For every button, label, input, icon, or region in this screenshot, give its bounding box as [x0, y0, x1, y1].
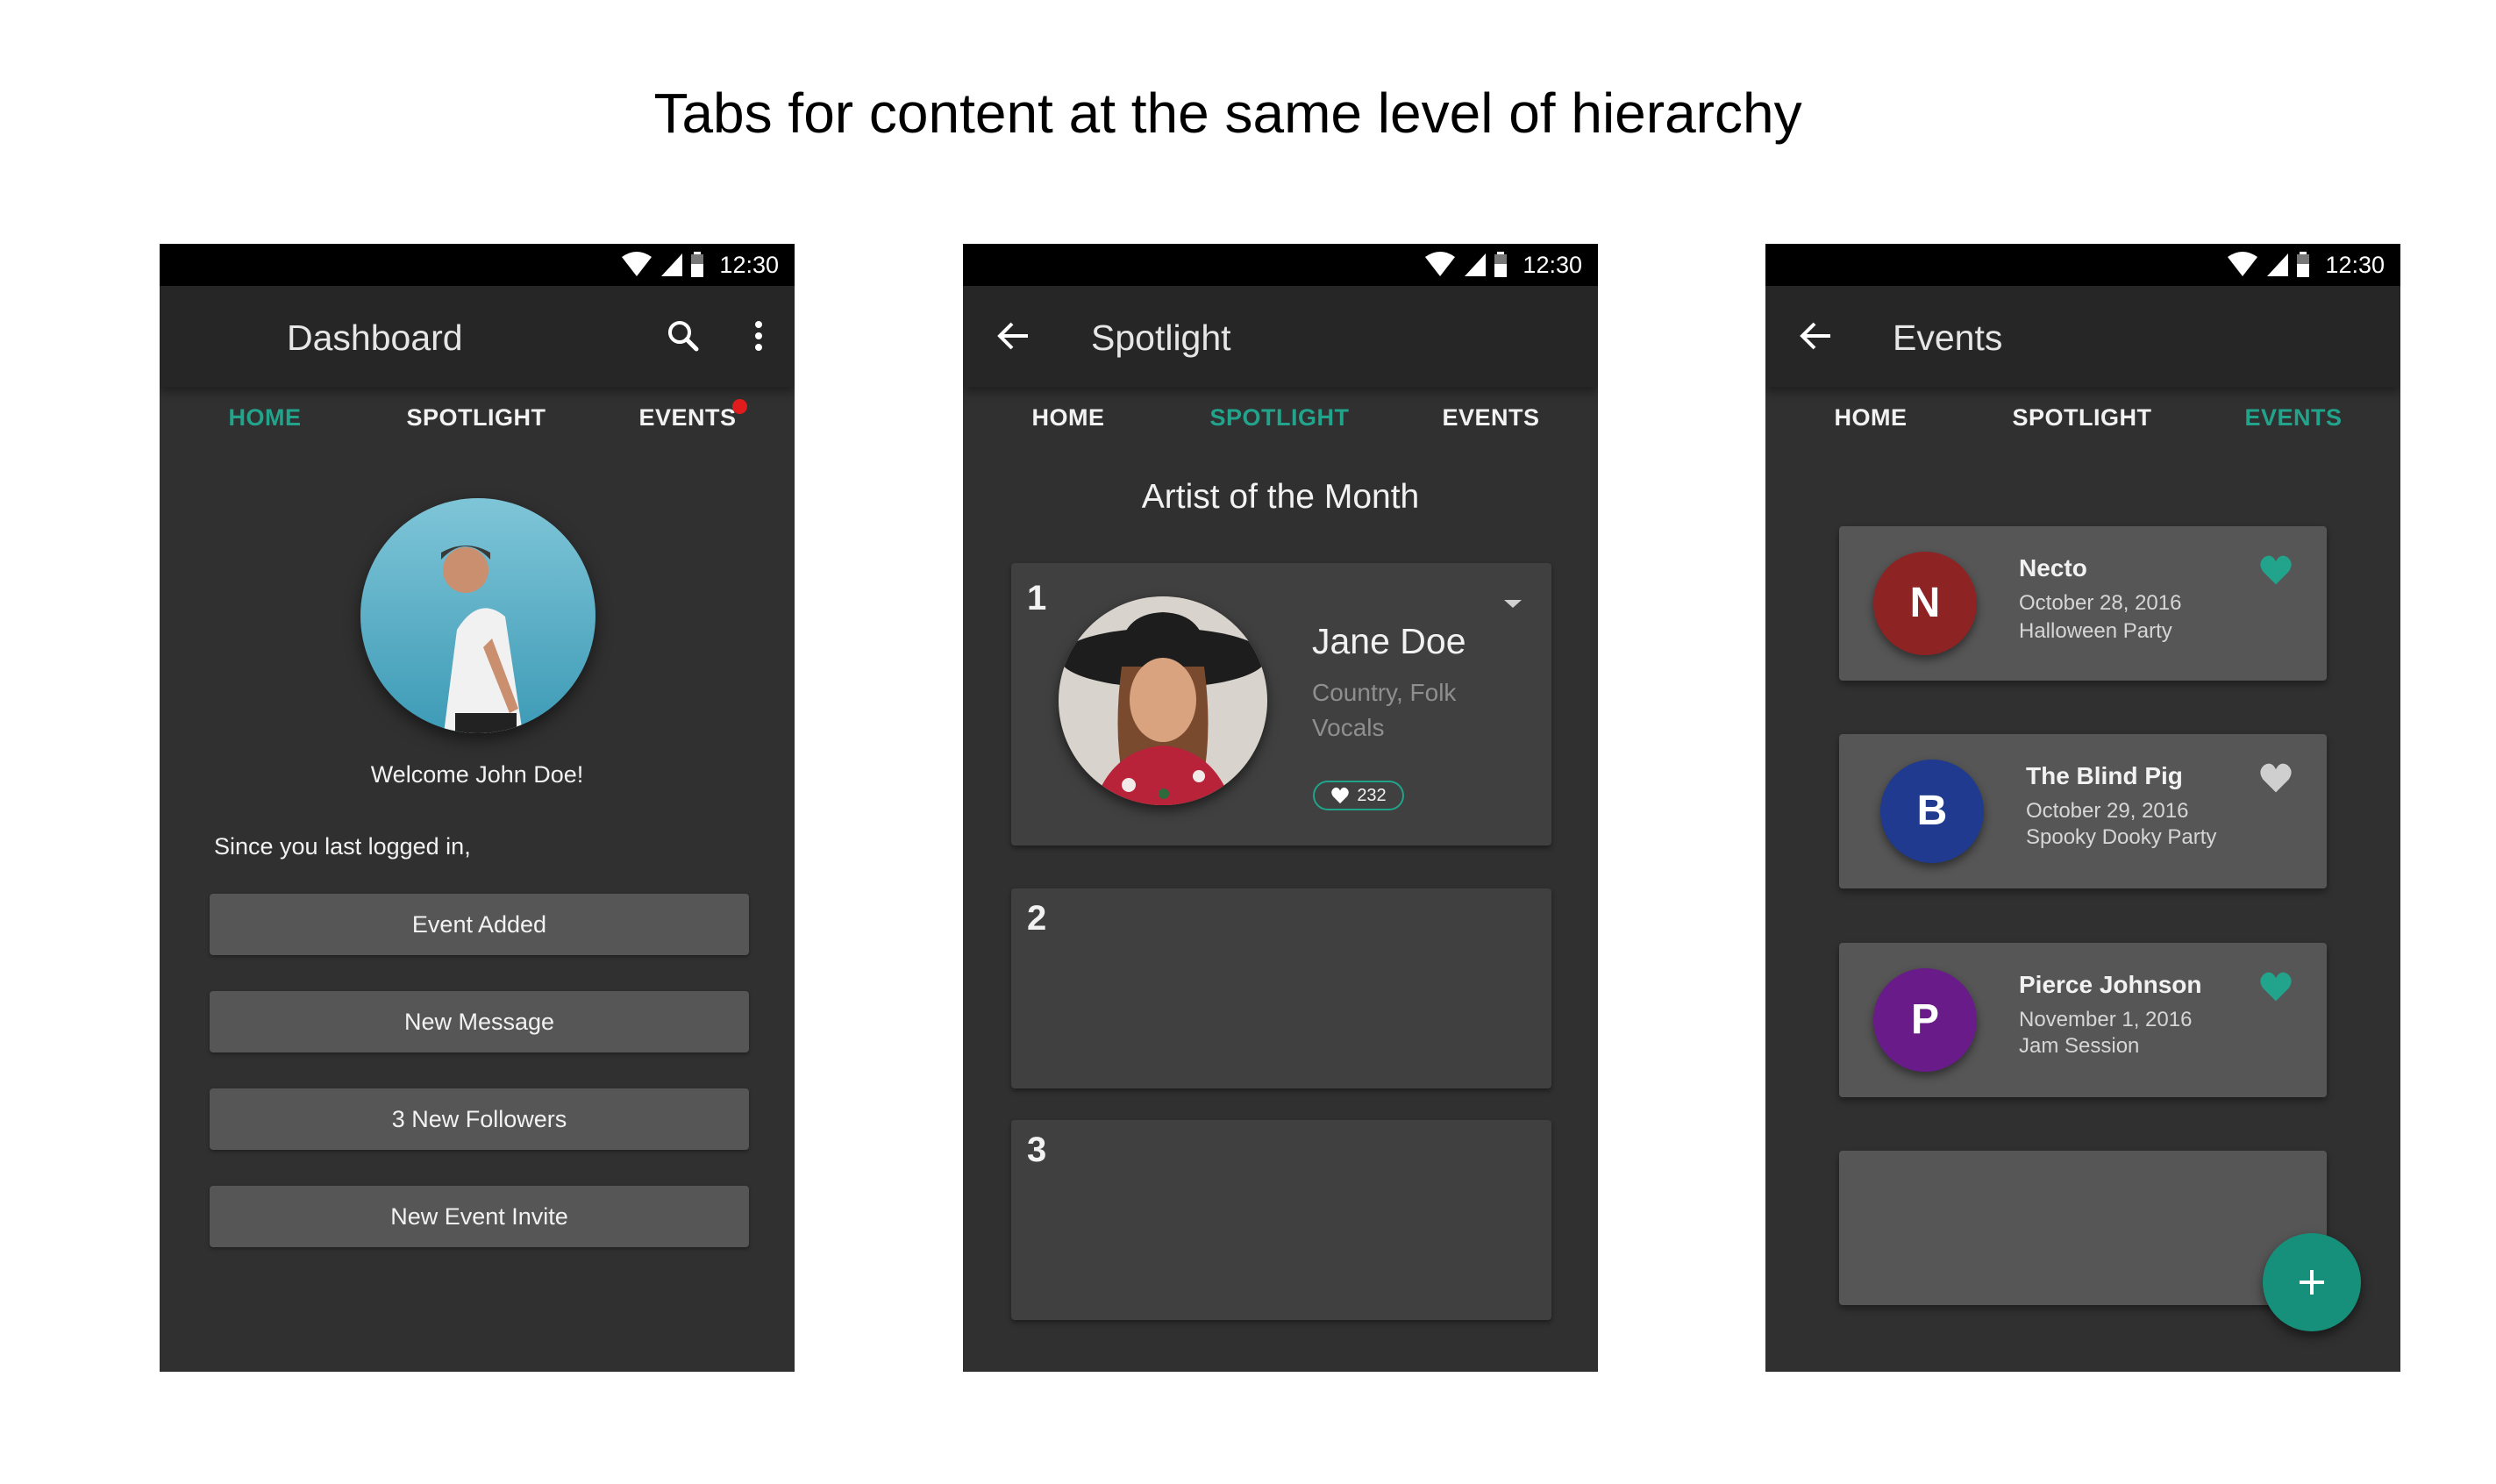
artist-photo [1059, 596, 1267, 805]
rank-card[interactable]: 3 [1011, 1120, 1551, 1320]
tab-spotlight[interactable]: SPOTLIGHT [371, 404, 581, 432]
battery-icon [691, 252, 704, 277]
tab-spotlight[interactable]: SPOTLIGHT [1174, 404, 1385, 432]
new-event-invite-button[interactable]: New Event Invite [210, 1186, 749, 1247]
battery-icon [1494, 252, 1508, 277]
avatar[interactable] [360, 498, 595, 733]
screen-title: Events [1893, 317, 2003, 358]
search-icon[interactable] [663, 316, 703, 356]
heart-icon[interactable] [2258, 554, 2293, 586]
heart-icon[interactable] [2258, 971, 2293, 1002]
status-time: 12:30 [719, 252, 779, 278]
rank-card[interactable]: 2 [1011, 888, 1551, 1088]
plus-icon [2300, 1270, 2324, 1295]
status-bar: 12:30 [963, 244, 1598, 286]
likes-chip[interactable]: 232 [1313, 781, 1404, 810]
wifi-icon [622, 252, 653, 276]
wifi-icon [2228, 252, 2258, 276]
status-bar: 12:30 [1765, 244, 2400, 286]
status-time: 12:30 [2325, 252, 2385, 278]
event-card[interactable]: B The Blind Pig October 29, 2016 Spooky … [1839, 734, 2327, 888]
tab-bar: HOME SPOTLIGHT EVENTS [160, 387, 795, 462]
tab-bar: HOME SPOTLIGHT EVENTS [963, 387, 1598, 462]
tab-home[interactable]: HOME [1765, 404, 1976, 432]
tab-events[interactable]: EVENTS [1386, 404, 1596, 432]
new-followers-button[interactable]: 3 New Followers [210, 1088, 749, 1150]
event-avatar: P [1873, 968, 1977, 1072]
signal-icon [2267, 253, 2289, 276]
screen-title: Dashboard [287, 317, 463, 358]
event-avatar: B [1880, 760, 1984, 863]
wifi-icon [1425, 252, 1456, 276]
rank-number: 1 [1027, 579, 1047, 617]
dashboard-screen: 12:30 Dashboard HOME SPOTLIGHT EVENTS We… [160, 244, 795, 1372]
tab-home[interactable]: HOME [160, 404, 370, 432]
artist-role-text: Vocals [1312, 714, 1385, 741]
app-bar: Spotlight [963, 286, 1598, 387]
tab-events[interactable]: EVENTS [582, 404, 793, 432]
add-event-button[interactable] [2263, 1233, 2361, 1331]
back-arrow-icon[interactable] [1795, 316, 1836, 356]
chevron-down-icon[interactable] [1504, 600, 1522, 608]
tab-events[interactable]: EVENTS [2188, 404, 2399, 432]
event-card[interactable]: N Necto October 28, 2016 Halloween Party [1839, 526, 2327, 681]
event-card-empty[interactable] [1839, 1151, 2327, 1305]
rank-number: 3 [1027, 1131, 1047, 1169]
event-avatar: N [1873, 552, 1977, 655]
event-card[interactable]: P Pierce Johnson November 1, 2016 Jam Se… [1839, 943, 2327, 1097]
event-date: November 1, 2016 [2019, 1008, 2193, 1031]
app-bar: Dashboard [160, 286, 795, 387]
event-description: Spooky Dooky Party [2026, 825, 2217, 849]
artist-genre-text: Country, Folk [1312, 679, 1457, 706]
event-name: Necto [2019, 554, 2087, 581]
heart-icon [1331, 787, 1350, 804]
tab-bar: HOME SPOTLIGHT EVENTS [1765, 387, 2400, 462]
spotlight-screen: 12:30 Spotlight HOME SPOTLIGHT EVENTS Ar… [963, 244, 1598, 1372]
likes-count: 232 [1357, 785, 1387, 805]
tab-home[interactable]: HOME [963, 404, 1173, 432]
signal-icon [1465, 253, 1487, 276]
new-message-button[interactable]: New Message [210, 991, 749, 1052]
artist-genre: Country, Folk Vocals [1312, 675, 1505, 746]
event-name: Pierce Johnson [2019, 971, 2202, 998]
events-screen: 12:30 Events HOME SPOTLIGHT EVENTS N Nec… [1765, 244, 2400, 1372]
event-name: The Blind Pig [2026, 762, 2183, 789]
status-time: 12:30 [1523, 252, 1582, 278]
more-options-icon[interactable] [738, 316, 779, 356]
screen-title: Spotlight [1091, 317, 1231, 358]
since-text: Since you last logged in, [214, 833, 471, 860]
status-bar: 12:30 [160, 244, 795, 286]
tab-spotlight[interactable]: SPOTLIGHT [1977, 404, 2187, 432]
back-arrow-icon[interactable] [993, 316, 1033, 356]
artist-name: Jane Doe [1312, 621, 1466, 661]
notification-dot [732, 399, 747, 414]
section-title: Artist of the Month [1141, 478, 1420, 516]
battery-icon [2297, 252, 2310, 277]
app-bar: Events [1765, 286, 2400, 387]
event-description: Halloween Party [2019, 619, 2172, 643]
artist-card[interactable]: 1 Jane Doe Country, Folk Vocals 232 [1011, 563, 1551, 845]
welcome-text: Welcome John Doe! [370, 761, 584, 788]
rank-number: 2 [1027, 899, 1047, 938]
event-description: Jam Session [2019, 1034, 2140, 1058]
event-added-button[interactable]: Event Added [210, 894, 749, 955]
page-title: Tabs for content at the same level of hi… [653, 82, 1802, 145]
heart-icon[interactable] [2258, 762, 2293, 794]
signal-icon [661, 253, 683, 276]
event-date: October 29, 2016 [2026, 799, 2189, 823]
event-date: October 28, 2016 [2019, 591, 2182, 615]
